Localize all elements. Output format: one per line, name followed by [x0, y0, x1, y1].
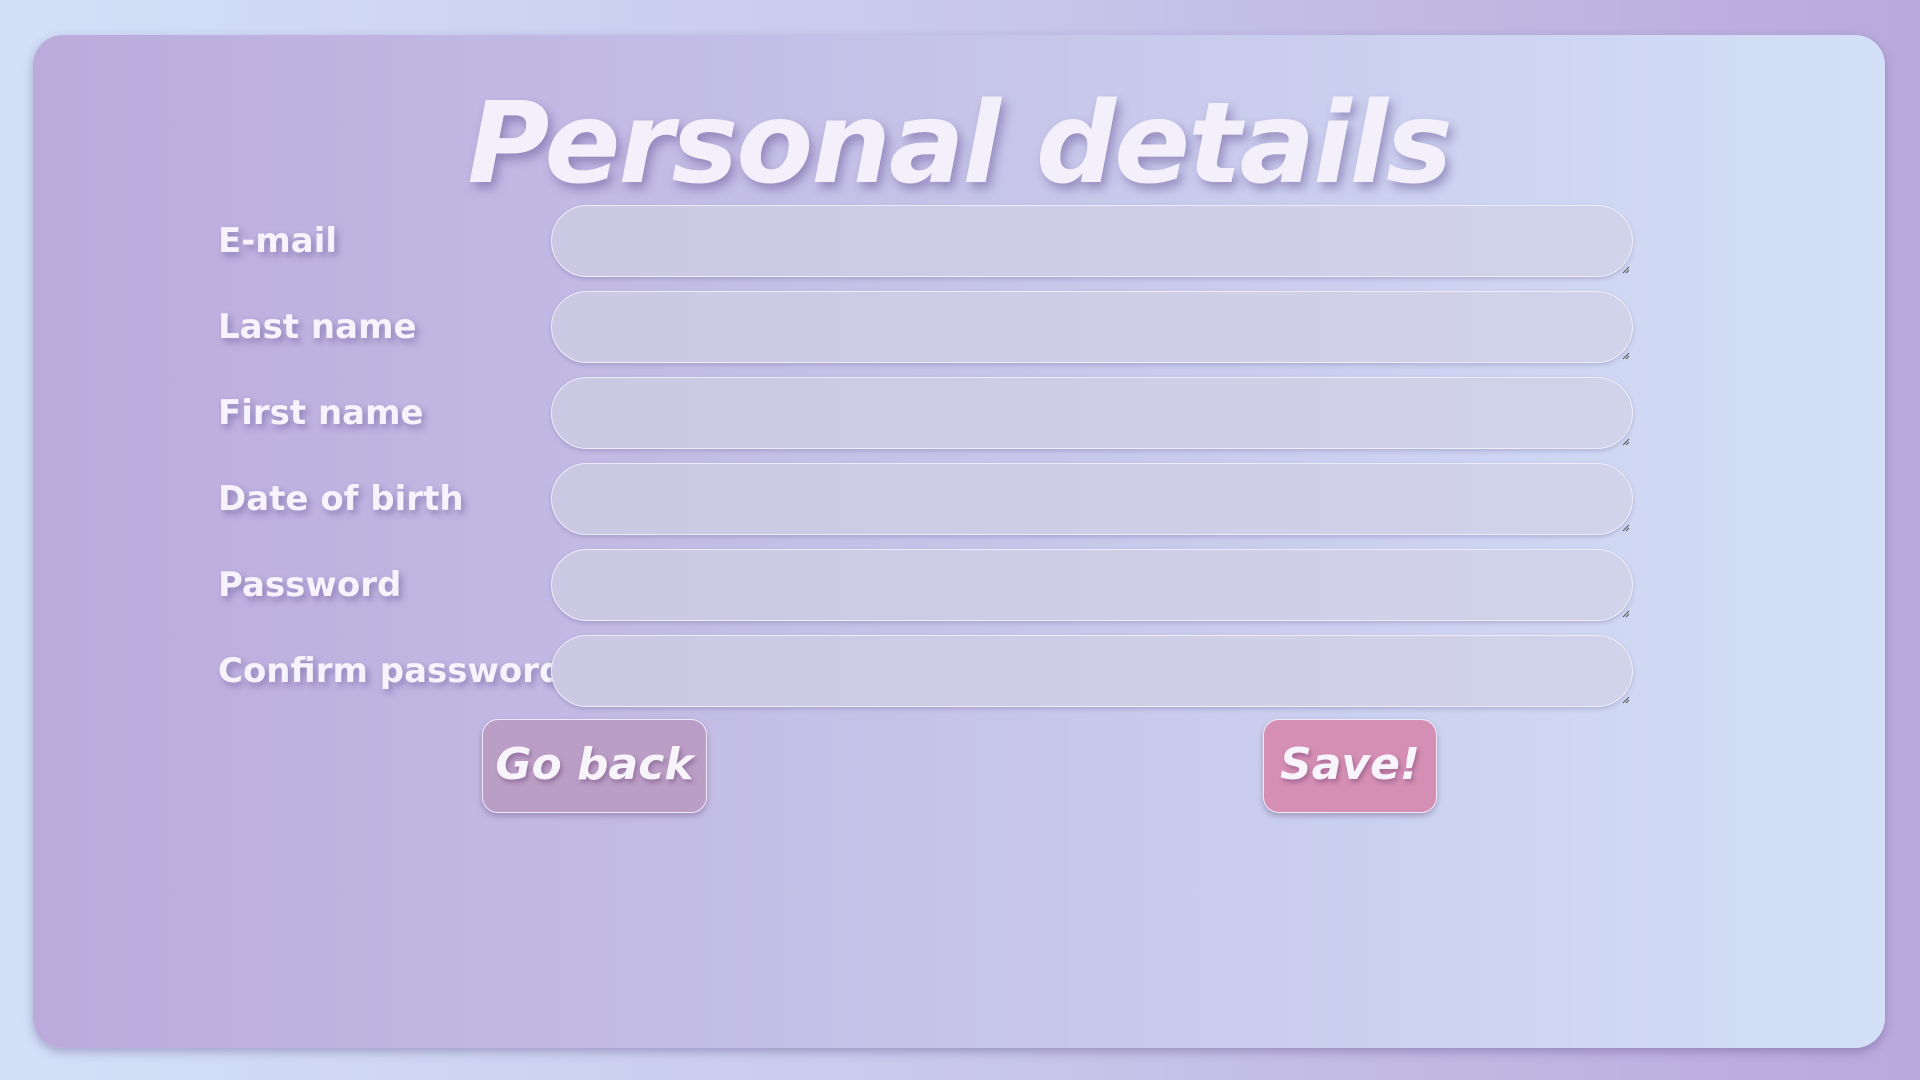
resize-handle-icon[interactable] [1620, 522, 1630, 532]
password-row: Password [33, 549, 1885, 621]
save-button[interactable]: Save! [1263, 719, 1437, 813]
confirm-password-label: Confirm password [218, 651, 564, 691]
last-name-label: Last name [218, 307, 417, 347]
password-field[interactable] [551, 549, 1633, 621]
go-back-button[interactable]: Go back [482, 719, 707, 813]
date-of-birth-label: Date of birth [218, 479, 464, 519]
first-name-field[interactable] [551, 377, 1633, 449]
first-name-row: First name [33, 377, 1885, 449]
email-field[interactable] [551, 205, 1633, 277]
resize-handle-icon[interactable] [1620, 436, 1630, 446]
resize-handle-icon[interactable] [1620, 350, 1630, 360]
resize-handle-icon[interactable] [1620, 264, 1630, 274]
confirm-password-field[interactable] [551, 635, 1633, 707]
email-row: E-mail [33, 205, 1885, 277]
last-name-field[interactable] [551, 291, 1633, 363]
last-name-row: Last name [33, 291, 1885, 363]
personal-details-card: Personal details E-mail Last name First … [33, 35, 1885, 1048]
confirm-password-row: Confirm password [33, 635, 1885, 707]
date-of-birth-row: Date of birth [33, 463, 1885, 535]
resize-handle-icon[interactable] [1620, 694, 1630, 704]
first-name-label: First name [218, 393, 424, 433]
date-of-birth-field[interactable] [551, 463, 1633, 535]
resize-handle-icon[interactable] [1620, 608, 1630, 618]
password-label: Password [218, 565, 402, 605]
page-title: Personal details [467, 79, 1452, 209]
email-label: E-mail [218, 221, 338, 261]
